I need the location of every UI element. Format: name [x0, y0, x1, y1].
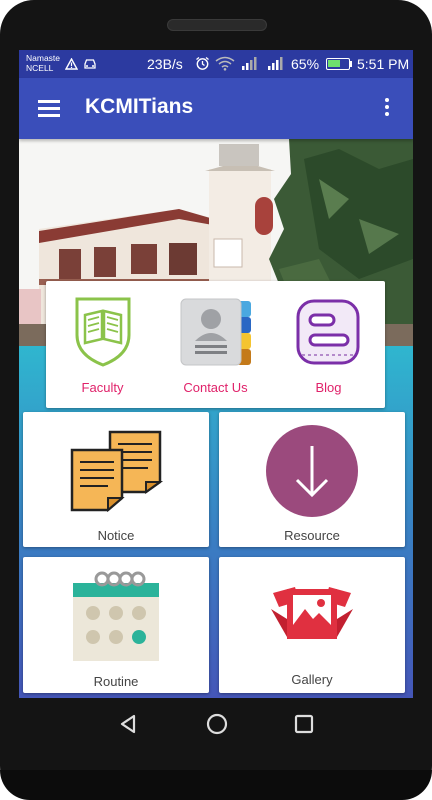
- blogger-icon: [296, 299, 360, 365]
- gallery-label: Gallery: [291, 672, 333, 687]
- faculty-label: Faculty: [81, 380, 124, 395]
- car-icon: [84, 59, 96, 69]
- carrier-name: Namaste NCELL: [26, 53, 60, 73]
- bottom-bezel: [0, 770, 432, 800]
- faculty-button[interactable]: Faculty: [46, 281, 159, 408]
- app-title: KCMITians: [85, 95, 194, 118]
- battery-fill: [328, 60, 340, 67]
- signal-icon: [242, 57, 257, 70]
- warning-icon: [65, 58, 78, 70]
- battery-icon: [326, 58, 350, 70]
- home-circle-icon[interactable]: [206, 713, 228, 735]
- phone-frame: Namaste NCELL 23B/s 65% 5:51 PM KCMITian…: [0, 0, 432, 800]
- blog-button[interactable]: Blog: [272, 281, 385, 408]
- app-bar: KCMITians: [19, 78, 413, 139]
- quick-links-card: Faculty Contact Us Blog: [46, 281, 385, 408]
- notice-label: Notice: [97, 528, 135, 543]
- notice-tile[interactable]: Notice: [23, 412, 209, 547]
- back-triangle-icon[interactable]: [118, 714, 138, 734]
- carrier-line-2: NCELL: [26, 63, 54, 73]
- signal-icon: [268, 57, 283, 70]
- contact-us-label: Contact Us: [183, 380, 248, 395]
- battery-percent: 65%: [291, 56, 320, 72]
- gallery-tile[interactable]: Gallery: [219, 557, 405, 693]
- status-clock: 5:51 PM: [357, 56, 410, 72]
- photos-icon: [271, 587, 353, 639]
- battery-tip: [350, 61, 352, 67]
- blog-label: Blog: [315, 380, 342, 395]
- more-vert-icon[interactable]: [381, 98, 393, 120]
- navigation-bar: [0, 698, 432, 748]
- alarm-icon: [196, 56, 209, 70]
- status-bar: Namaste NCELL 23B/s 65% 5:51 PM: [19, 50, 413, 78]
- calendar-icon: [73, 571, 159, 661]
- download-icon: [266, 425, 358, 517]
- resource-tile[interactable]: Resource: [219, 412, 405, 547]
- recents-square-icon[interactable]: [294, 714, 314, 734]
- routine-label: Routine: [93, 674, 139, 689]
- routine-tile[interactable]: Routine: [23, 557, 209, 693]
- wifi-icon: [215, 56, 235, 71]
- sticky-notes-icon: [70, 430, 164, 512]
- earpiece-speaker: [167, 19, 267, 31]
- resource-label: Resource: [284, 528, 340, 543]
- screen: Namaste NCELL 23B/s 65% 5:51 PM KCMITian…: [19, 50, 413, 698]
- carrier-line-1: Namaste: [26, 53, 61, 63]
- book-shield-icon: [75, 297, 131, 367]
- contact-us-button[interactable]: Contact Us: [159, 281, 272, 408]
- contact-book-icon: [180, 298, 251, 366]
- hamburger-menu-icon[interactable]: [38, 100, 60, 117]
- network-speed: 23B/s: [147, 56, 183, 72]
